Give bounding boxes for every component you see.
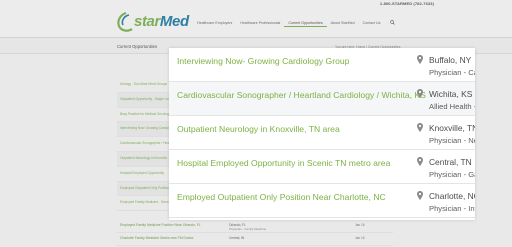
logo-swoosh-icon xyxy=(117,12,133,32)
job-location: Central, TN xyxy=(429,157,472,167)
job-listing-popup: Interviewing Now- Growing Cardiology Gro… xyxy=(169,48,475,220)
page-title: Current Opportunities xyxy=(117,44,158,49)
job-specialty: Physician - Ga xyxy=(429,170,475,179)
table-row[interactable]: Charlotte Family Medicine Seeks new FM D… xyxy=(117,233,393,246)
job-title[interactable]: Employed Family Medicine Position Near O… xyxy=(120,223,201,227)
top-strip: 1-800-STARMED (782-7633) xyxy=(0,0,512,8)
job-row-buffalo[interactable]: Interviewing Now- Growing Cardiology Gro… xyxy=(169,48,475,82)
nav-healthcare-employers[interactable]: Healthcare Employers xyxy=(193,19,236,27)
map-pin-icon xyxy=(417,55,423,64)
map-pin-icon xyxy=(417,89,423,98)
main-nav: Healthcare Employers Healthcare Professi… xyxy=(193,19,384,27)
logo-wordmark: starMed xyxy=(134,13,189,30)
nav-healthcare-professionals[interactable]: Healthcare Professionals xyxy=(236,19,284,27)
job-specialty: Physician - Family Medicine xyxy=(229,227,267,231)
search-icon[interactable] xyxy=(390,20,395,25)
table-row[interactable]: Employed Family Medicine Position Near O… xyxy=(117,220,393,233)
job-specialty: Physician - Ne xyxy=(429,136,475,145)
job-specialty: Physician - Ca xyxy=(429,68,475,77)
job-row-wichita[interactable]: Cardiovascular Sonographer / Heartland C… xyxy=(169,82,475,116)
job-location: Knoxville, TN xyxy=(429,123,475,133)
job-title-link[interactable]: Interviewing Now- Growing Cardiology Gro… xyxy=(177,56,349,66)
job-location: Wichita, KS xyxy=(429,89,473,99)
job-title-link[interactable]: Employed Outpatient Only Position Near C… xyxy=(177,192,386,202)
nav-contact-us[interactable]: Contact Us xyxy=(359,19,385,27)
job-row-charlotte[interactable]: Employed Outpatient Only Position Near C… xyxy=(169,184,475,218)
job-title-link[interactable]: Hospital Employed Opportunity in Scenic … xyxy=(177,158,390,168)
job-location: Buffalo, NY xyxy=(429,55,472,65)
job-title[interactable]: Charlotte Family Medicine Seeks new FM D… xyxy=(120,236,194,240)
job-title-link[interactable]: Outpatient Neurology in Knoxville, TN ar… xyxy=(177,124,340,134)
job-location: Charlotte, NC xyxy=(429,191,475,201)
job-row-knoxville[interactable]: Outpatient Neurology in Knoxville, TN ar… xyxy=(169,116,475,150)
job-date: Jan 16 xyxy=(355,223,365,227)
map-pin-icon xyxy=(417,123,423,132)
map-pin-icon xyxy=(417,157,423,166)
job-location: Central, IN xyxy=(229,236,245,240)
phone-number[interactable]: 1-800-STARMED (782-7633) xyxy=(380,1,434,6)
job-specialty: Physician - Inte xyxy=(429,204,475,213)
job-title-link[interactable]: Cardiovascular Sonographer / Heartland C… xyxy=(177,90,426,100)
map-pin-icon xyxy=(417,191,423,200)
nav-current-opportunities[interactable]: Current Opportunities xyxy=(284,19,327,27)
background-tail-list: Employed Family Medicine Position Near O… xyxy=(117,220,393,246)
job-row-central[interactable]: Hospital Employed Opportunity in Scenic … xyxy=(169,150,475,184)
starmed-logo[interactable]: starMed xyxy=(117,11,189,33)
nav-about-starmed[interactable]: About StarMed xyxy=(327,19,359,27)
job-specialty: Allied Health - xyxy=(429,102,475,111)
job-date: Jan 16 xyxy=(355,236,365,240)
